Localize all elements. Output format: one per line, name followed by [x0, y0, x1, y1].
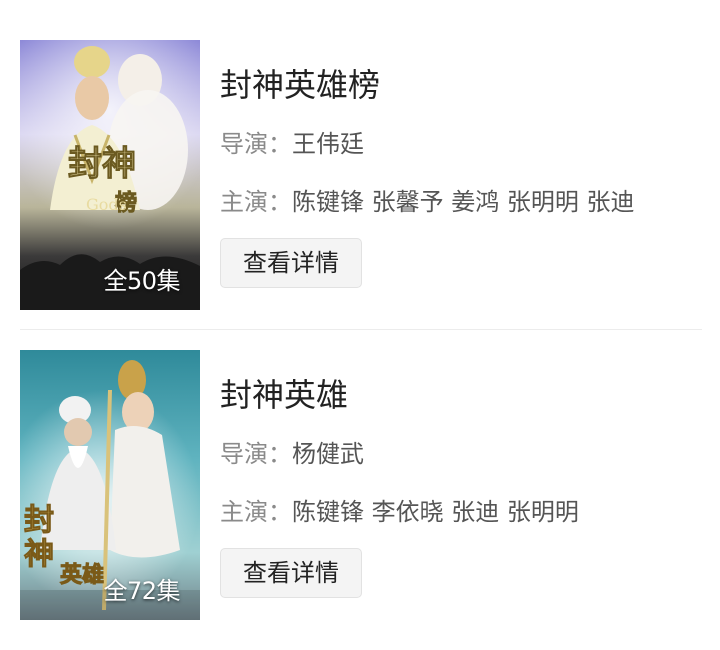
episode-count-badge: 全50集 — [103, 267, 180, 295]
poster-image[interactable]: 封神 榜 Gods 全50集 — [20, 40, 200, 310]
drama-title[interactable]: 封神英雄榜 — [220, 60, 380, 106]
episode-count-badge: 全72集 — [103, 577, 180, 605]
svg-text:封神: 封神 — [68, 144, 136, 184]
drama-title[interactable]: 封神英雄 — [220, 370, 348, 416]
cast-label: 主演： — [220, 498, 292, 526]
divider — [20, 329, 702, 330]
cast-row: 主演：陈键锋 张馨予 姜鸿 张明明 张迪 — [220, 182, 635, 217]
drama-card[interactable]: 封 神 英雄 全72集 封神英雄 导演：杨健武 主演：陈键锋 李依晓 张迪 张明… — [20, 350, 710, 620]
director-row: 导演：杨健武 — [220, 434, 364, 469]
view-details-button[interactable]: 查看详情 — [220, 238, 362, 288]
director-label: 导演： — [220, 130, 292, 158]
svg-text:封: 封 — [24, 503, 54, 538]
svg-text:Gods: Gods — [86, 195, 127, 214]
drama-card[interactable]: 封神 榜 Gods 全50集 封神英雄榜 导演：王伟廷 主演：陈键锋 张馨予 姜… — [20, 40, 710, 310]
director-label: 导演： — [220, 440, 292, 468]
director-row: 导演：王伟廷 — [220, 124, 364, 159]
svg-text:神: 神 — [24, 537, 54, 572]
drama-info: 封神英雄榜 导演：王伟廷 主演：陈键锋 张馨予 姜鸿 张明明 张迪 查看详情 — [220, 40, 710, 310]
view-details-button[interactable]: 查看详情 — [220, 548, 362, 598]
svg-text:英雄: 英雄 — [60, 562, 104, 588]
cast-names: 陈键锋 张馨予 姜鸿 张明明 张迪 — [292, 188, 635, 216]
cast-label: 主演： — [220, 188, 292, 216]
drama-info: 封神英雄 导演：杨健武 主演：陈键锋 李依晓 张迪 张明明 查看详情 — [220, 350, 710, 620]
director-name: 王伟廷 — [292, 130, 364, 158]
cast-names: 陈键锋 李依晓 张迪 张明明 — [292, 498, 579, 526]
director-name: 杨健武 — [292, 440, 364, 468]
poster-image[interactable]: 封 神 英雄 全72集 — [20, 350, 200, 620]
cast-row: 主演：陈键锋 李依晓 张迪 张明明 — [220, 492, 579, 527]
